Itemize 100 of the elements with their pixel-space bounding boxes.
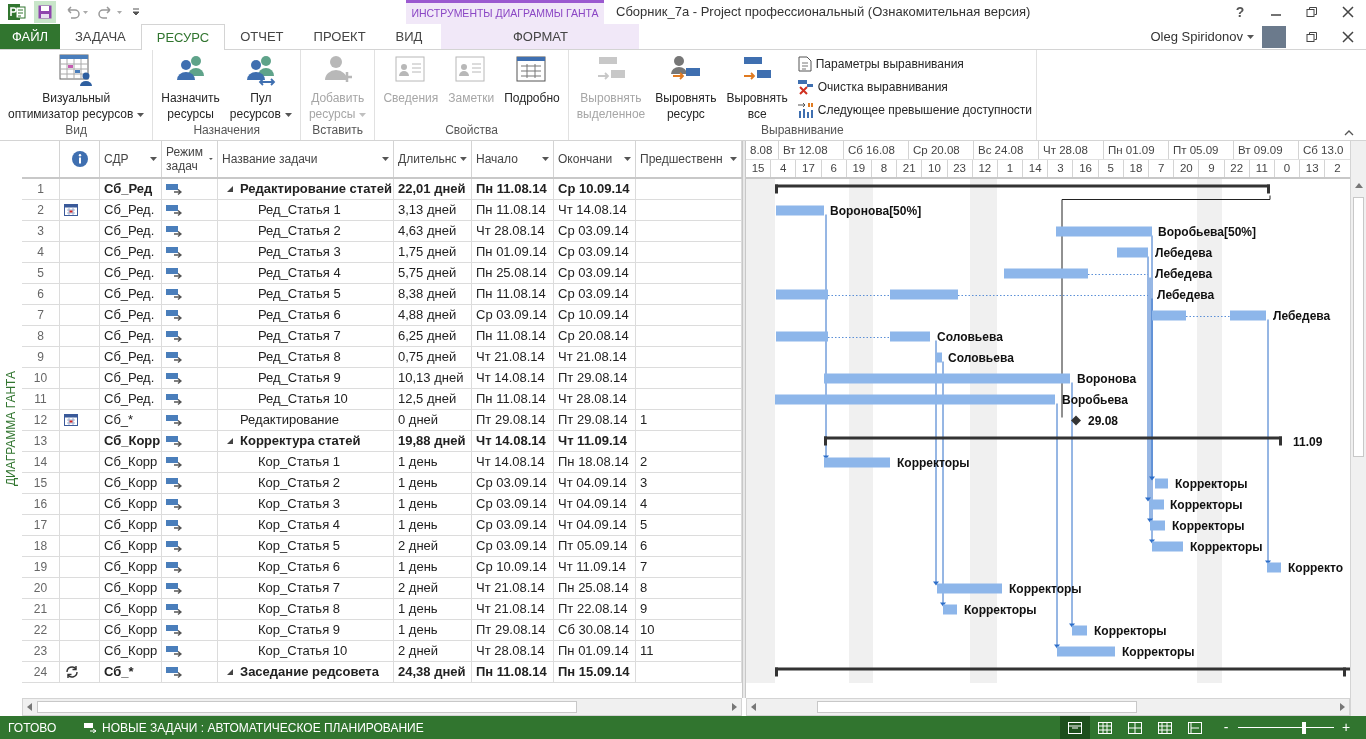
table-cell: Ср 03.09.14: [472, 536, 554, 557]
table-cell: Сб_Корр: [100, 620, 162, 641]
table-cell: 2 дней: [394, 536, 472, 557]
file-tab[interactable]: ФАЙЛ: [0, 24, 60, 49]
timescale-label: 9: [1199, 160, 1225, 177]
timescale-label: Сб 16.08: [844, 141, 909, 159]
task-bar: [776, 205, 824, 216]
view-icon[interactable]: [1098, 721, 1112, 734]
table-cell: 5,75 дней: [394, 263, 472, 284]
auto-schedule-icon: [166, 540, 184, 552]
column-header[interactable]: Режим задач: [162, 141, 218, 177]
ribbon-button[interactable]: Визуальный оптимизатор ресурсов: [4, 54, 149, 122]
ribbon-button[interactable]: Назначить ресурсы: [157, 54, 224, 122]
row-number: 18: [22, 536, 60, 557]
ribbon-button[interactable]: Выровнять ресурс: [651, 54, 721, 122]
timescale-label: Вт 09.09: [1234, 141, 1299, 159]
user-account-button[interactable]: Oleg Spiridonov: [1150, 24, 1262, 49]
timescale-label: 8.08: [746, 141, 779, 159]
zoom-in-button[interactable]: +: [1338, 717, 1354, 738]
table-cell: Ср 03.09.14: [554, 221, 636, 242]
table-cell: 1 день: [394, 620, 472, 641]
zoom-slider[interactable]: [1238, 721, 1334, 734]
collapse-triangle-icon[interactable]: [226, 437, 234, 445]
table-cell: Сб_Ред.: [100, 263, 162, 284]
view-icon[interactable]: [1068, 721, 1082, 734]
ribbon-button[interactable]: Очистка выравнивания: [797, 77, 1033, 97]
row-number: 6: [22, 284, 60, 305]
overallocation-chart-icon: [797, 102, 814, 118]
scroll-left-icon[interactable]: [27, 703, 32, 711]
ribbon-tab[interactable]: ВИД: [380, 24, 438, 49]
table-cell: Пн 01.09.14: [472, 242, 554, 263]
close-icon[interactable]: [1342, 6, 1354, 18]
ribbon-tab[interactable]: ОТЧЕТ: [225, 24, 299, 49]
table-cell: [60, 263, 100, 284]
ribbon-button[interactable]: Пул ресурсов: [225, 54, 296, 122]
vertical-scrollbar[interactable]: [1350, 141, 1366, 716]
horizontal-scrollbar[interactable]: [746, 698, 1350, 716]
restore-icon[interactable]: [1306, 30, 1318, 43]
ribbon-button[interactable]: Следующее превышение доступности: [797, 100, 1033, 120]
bar-label: Корректо: [1288, 560, 1344, 575]
table-cell: Ср 10.09.14: [472, 557, 554, 578]
table-cell: Сб_Корр: [100, 431, 162, 452]
task-bar: [824, 457, 890, 468]
auto-schedule-icon: [166, 330, 184, 342]
horizontal-scrollbar[interactable]: [22, 698, 742, 716]
task-bar: [943, 604, 957, 615]
row-number: 12: [22, 410, 60, 431]
help-button[interactable]: ?: [1222, 0, 1258, 24]
column-header[interactable]: СДР: [100, 141, 162, 177]
timescale-label: 11: [1249, 160, 1275, 177]
column-header[interactable]: Начало: [472, 141, 554, 177]
view-icon[interactable]: [1158, 721, 1172, 734]
view-icon[interactable]: [1188, 721, 1202, 734]
ribbon-tab[interactable]: ЗАДАЧА: [60, 24, 141, 49]
table-cell: Пн 11.08.14: [472, 179, 554, 200]
dropdown-caret-icon: [460, 157, 467, 161]
view-shortcut-icon[interactable]: [1060, 716, 1090, 739]
view-icon[interactable]: [1128, 721, 1142, 734]
task-mode-button[interactable]: НОВЫЕ ЗАДАЧИ : АВТОМАТИЧЕСКОЕ ПЛАНИРОВАНИЕ: [84, 718, 424, 737]
column-header[interactable]: Название задачи: [218, 141, 394, 177]
timescale-label: 7: [1149, 160, 1175, 177]
table-cell: 2 дней: [394, 578, 472, 599]
table-cell: [60, 326, 100, 347]
save-icon[interactable]: [34, 1, 56, 23]
dropdown-caret-icon: [150, 157, 157, 161]
zoom-slider-thumb[interactable]: [1302, 721, 1307, 734]
row-number: 19: [22, 557, 60, 578]
scroll-thumb[interactable]: [1353, 197, 1364, 457]
scroll-up-icon[interactable]: [1355, 183, 1363, 188]
zoom-out-button[interactable]: -: [1218, 717, 1234, 738]
timescale-label: Пт 05.09: [1169, 141, 1234, 159]
scroll-thumb[interactable]: [37, 701, 577, 713]
ribbon-button[interactable]: Подробно: [500, 54, 564, 106]
customize-toolbar-icon[interactable]: [132, 8, 140, 16]
task-bar: [1267, 562, 1281, 573]
table-cell: Чт 11.09.14: [554, 431, 636, 452]
table-cell: [60, 494, 100, 515]
ribbon-button[interactable]: Выровнять все: [722, 54, 792, 122]
close-icon[interactable]: [1342, 30, 1354, 43]
ribbon-tab[interactable]: РЕСУРС: [140, 24, 226, 50]
scroll-right-icon[interactable]: [1340, 703, 1345, 711]
collapse-triangle-icon[interactable]: [226, 185, 234, 193]
collapse-triangle-icon[interactable]: [226, 668, 234, 676]
collapse-ribbon-icon[interactable]: [1344, 130, 1354, 136]
table-cell: Сб_Ред.: [100, 284, 162, 305]
undo-icon[interactable]: [64, 5, 90, 19]
bar-label: Лебедева: [1155, 245, 1213, 260]
scroll-right-icon[interactable]: [732, 703, 737, 711]
task-bar: [936, 352, 942, 363]
task-name: Заседание редсовета: [240, 663, 379, 682]
restore-icon[interactable]: [1306, 6, 1318, 18]
timescale-label: 20: [1174, 160, 1200, 177]
bar-label: Воронова[50%]: [830, 203, 922, 218]
scroll-thumb[interactable]: [817, 701, 1137, 713]
ribbon-button[interactable]: Параметры выравнивания: [797, 54, 1033, 74]
column-header[interactable]: Окончани: [554, 141, 636, 177]
redo-icon[interactable]: [98, 5, 124, 19]
scroll-left-icon[interactable]: [751, 703, 756, 711]
ribbon-tab[interactable]: ФОРМАТ: [441, 24, 640, 49]
ribbon-tab[interactable]: ПРОЕКТ: [298, 24, 381, 49]
